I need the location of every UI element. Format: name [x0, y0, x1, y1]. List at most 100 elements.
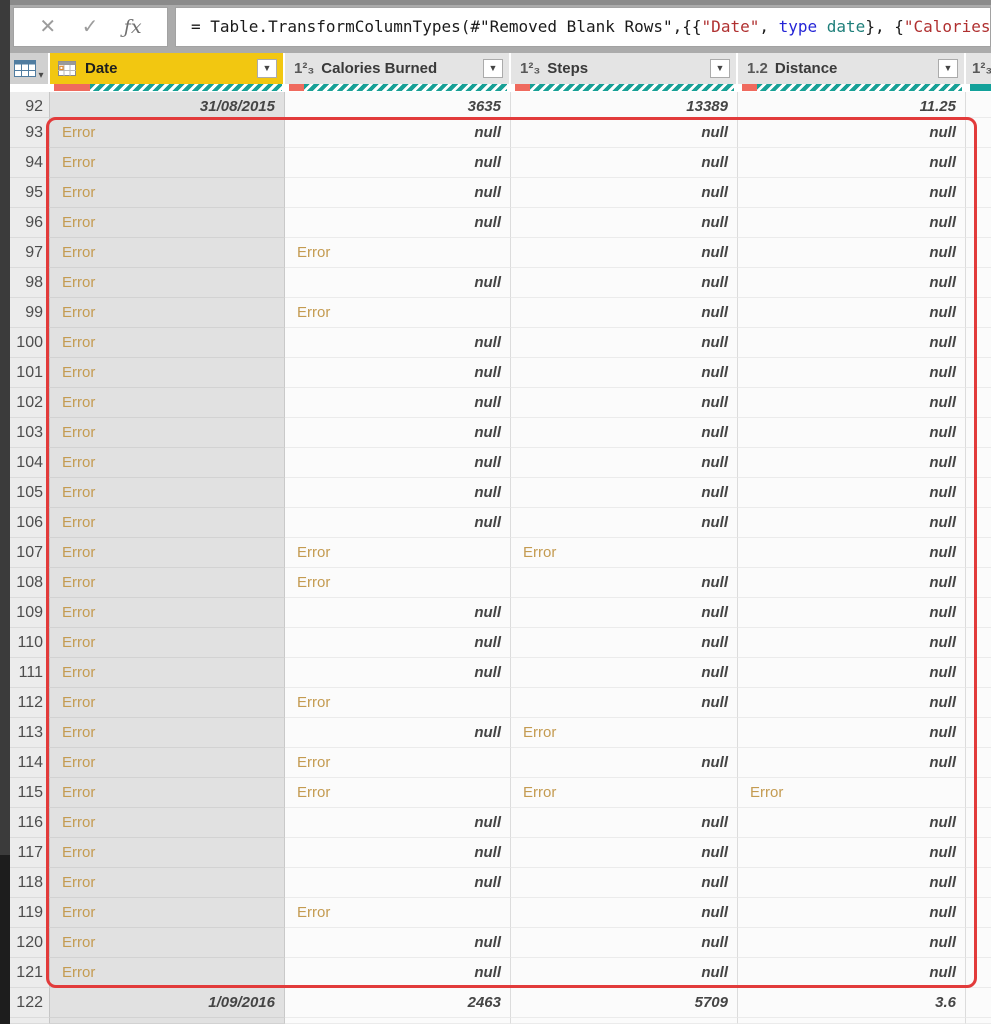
cell-date[interactable]: Error [50, 748, 285, 778]
cell-calories[interactable]: null [285, 718, 511, 748]
cell-steps[interactable]: null [511, 808, 738, 838]
row-number[interactable]: 108 [10, 568, 50, 598]
cell-date[interactable]: Error [50, 868, 285, 898]
cell-partial[interactable] [966, 298, 991, 328]
cell-date[interactable]: Error [50, 178, 285, 208]
cell-calories[interactable]: null [285, 868, 511, 898]
cell-partial[interactable] [966, 508, 991, 538]
cell-distance[interactable]: null [738, 118, 966, 148]
cell-partial[interactable] [966, 208, 991, 238]
cell-steps[interactable]: null [511, 268, 738, 298]
cell-partial[interactable] [966, 268, 991, 298]
row-number[interactable]: 115 [10, 778, 50, 808]
cell-steps[interactable]: null [511, 958, 738, 988]
cell-steps[interactable]: Error [511, 538, 738, 568]
cell-distance[interactable]: null [738, 148, 966, 178]
filter-dropdown-calories[interactable]: ▼ [483, 59, 503, 78]
cell-calories[interactable]: null [285, 598, 511, 628]
cell-steps[interactable]: null [511, 898, 738, 928]
cell-date[interactable]: Error [50, 238, 285, 268]
cell-partial[interactable] [966, 478, 991, 508]
row-number[interactable]: 120 [10, 928, 50, 958]
cell-distance[interactable]: null [738, 538, 966, 568]
cell-distance[interactable]: null [738, 748, 966, 778]
cell-partial[interactable] [966, 988, 991, 1018]
cell-partial[interactable] [966, 688, 991, 718]
select-all-button[interactable]: ▾ [10, 53, 50, 84]
cell-partial[interactable] [966, 628, 991, 658]
cell-steps[interactable]: null [511, 868, 738, 898]
cell-calories[interactable]: Error [285, 688, 511, 718]
filter-dropdown-distance[interactable]: ▼ [938, 59, 958, 78]
cell-calories[interactable]: null [285, 928, 511, 958]
cell-date[interactable]: Error [50, 718, 285, 748]
cell-distance[interactable]: null [738, 328, 966, 358]
cell-partial[interactable] [966, 238, 991, 268]
cell-distance[interactable]: null [738, 838, 966, 868]
cell-calories[interactable]: Error [285, 538, 511, 568]
cell-partial[interactable] [966, 328, 991, 358]
cell-distance[interactable]: null [738, 388, 966, 418]
cell-calories[interactable]: null [285, 358, 511, 388]
cell-partial[interactable] [966, 178, 991, 208]
cell-steps[interactable]: null [511, 568, 738, 598]
cell-date[interactable]: Error [50, 958, 285, 988]
row-number[interactable]: 103 [10, 418, 50, 448]
cell-calories[interactable]: Error [285, 898, 511, 928]
cell-calories[interactable]: null [285, 178, 511, 208]
row-number[interactable]: 117 [10, 838, 50, 868]
cell-date[interactable]: Error [50, 268, 285, 298]
cell-distance[interactable]: null [738, 478, 966, 508]
cell-partial[interactable] [966, 808, 991, 838]
cell-partial[interactable] [966, 448, 991, 478]
cell-calories[interactable]: null [285, 388, 511, 418]
row-number[interactable]: 121 [10, 958, 50, 988]
row-number[interactable]: 101 [10, 358, 50, 388]
cell-calories[interactable]: Error [285, 238, 511, 268]
cell-steps[interactable]: null [511, 118, 738, 148]
cell-partial[interactable] [966, 598, 991, 628]
cell-distance[interactable]: Error [738, 778, 966, 808]
cell-distance[interactable]: null [738, 358, 966, 388]
cell-partial[interactable] [966, 838, 991, 868]
cell-steps[interactable]: null [511, 688, 738, 718]
cell-distance[interactable]: null [738, 568, 966, 598]
cell-date[interactable]: Error [50, 808, 285, 838]
cell-date[interactable]: Error [50, 628, 285, 658]
row-number[interactable]: 102 [10, 388, 50, 418]
cell-calories[interactable]: null [285, 478, 511, 508]
row-number[interactable]: 116 [10, 808, 50, 838]
cell-date[interactable]: Error [50, 568, 285, 598]
cell-date[interactable]: Error [50, 778, 285, 808]
cell-partial[interactable] [966, 148, 991, 178]
cell-calories[interactable]: Error [285, 748, 511, 778]
cell-date[interactable]: Error [50, 388, 285, 418]
cell-partial[interactable] [966, 92, 991, 118]
cell-calories[interactable]: null [285, 958, 511, 988]
cell-partial[interactable] [966, 658, 991, 688]
cell-calories[interactable]: Error [285, 568, 511, 598]
cell-date[interactable]: Error [50, 538, 285, 568]
row-number[interactable]: 105 [10, 478, 50, 508]
cell-calories[interactable]: null [285, 328, 511, 358]
cell-steps[interactable]: null [511, 148, 738, 178]
cell-steps[interactable]: null [511, 598, 738, 628]
cell-date[interactable]: Error [50, 328, 285, 358]
row-number[interactable]: 93 [10, 118, 50, 148]
cell-date[interactable]: Error [50, 418, 285, 448]
cell-partial[interactable] [966, 958, 991, 988]
cell-distance[interactable]: null [738, 928, 966, 958]
formula-input[interactable]: = Table.TransformColumnTypes(#"Removed B… [175, 7, 991, 47]
cell-calories[interactable]: Error [285, 778, 511, 808]
cell-calories[interactable]: null [285, 418, 511, 448]
cell-distance[interactable]: null [738, 238, 966, 268]
cell-partial[interactable] [966, 718, 991, 748]
cell-partial[interactable] [966, 778, 991, 808]
cell-date[interactable]: Error [50, 838, 285, 868]
filter-dropdown-steps[interactable]: ▼ [710, 59, 730, 78]
cell-distance[interactable]: null [738, 418, 966, 448]
row-number[interactable]: 112 [10, 688, 50, 718]
cell-steps[interactable]: null [511, 448, 738, 478]
cell-distance[interactable]: null [738, 688, 966, 718]
cell-partial[interactable] [966, 418, 991, 448]
